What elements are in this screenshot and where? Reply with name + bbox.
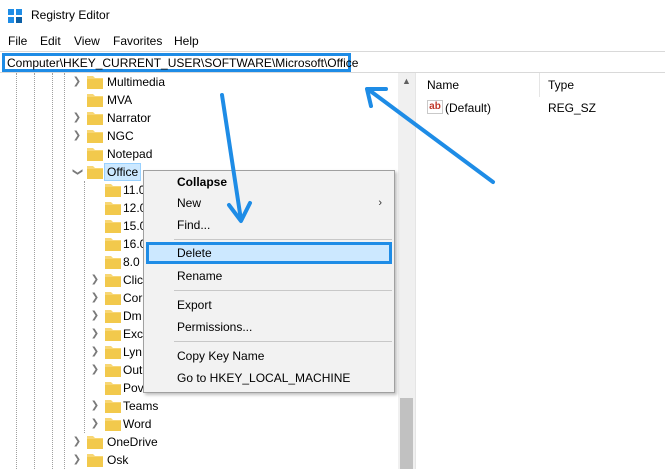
tree-node-label[interactable]: Osk bbox=[107, 453, 128, 467]
tree-node-label[interactable]: MVA bbox=[107, 93, 132, 107]
tree-node-child[interactable]: ❯ Teams bbox=[0, 397, 398, 415]
folder-icon bbox=[105, 255, 121, 269]
tree-node-label[interactable]: Teams bbox=[123, 399, 158, 413]
folder-icon bbox=[105, 219, 121, 233]
tree-node-label[interactable]: NGC bbox=[107, 129, 134, 143]
folder-icon bbox=[87, 453, 103, 467]
values-pane: Name Type ab (Default) REG_SZ bbox=[419, 73, 665, 469]
expand-icon[interactable]: ❯ bbox=[90, 418, 100, 430]
folder-icon bbox=[105, 237, 121, 251]
tree-node-label[interactable]: 8.0 bbox=[123, 255, 140, 269]
tree-node-label-selected[interactable]: Office bbox=[104, 163, 142, 181]
tree-node-label[interactable]: Exc bbox=[123, 327, 143, 341]
folder-icon bbox=[105, 291, 121, 305]
string-value-icon: ab bbox=[427, 100, 443, 114]
menu-file[interactable]: File bbox=[8, 34, 27, 48]
folder-icon bbox=[105, 201, 121, 215]
expand-icon[interactable]: ❯ bbox=[72, 76, 82, 88]
tree-node-label[interactable]: Lyn bbox=[123, 345, 142, 359]
tree-node-label[interactable]: Multimedia bbox=[107, 75, 165, 89]
menu-item-label: New bbox=[177, 196, 202, 210]
folder-icon bbox=[105, 399, 121, 413]
expand-icon[interactable]: ❯ bbox=[90, 346, 100, 358]
menu-favorites[interactable]: Favorites bbox=[113, 34, 162, 48]
tree-node-label[interactable]: OneDrive bbox=[107, 435, 158, 449]
menu-edit[interactable]: Edit bbox=[40, 34, 61, 48]
folder-icon bbox=[87, 165, 103, 179]
expand-icon[interactable]: ❯ bbox=[72, 454, 82, 466]
menu-item-delete[interactable]: Delete bbox=[146, 242, 392, 264]
folder-icon bbox=[105, 309, 121, 323]
tree-node-onedrive[interactable]: ❯ OneDrive bbox=[0, 433, 398, 451]
tree-node-label[interactable]: Cor bbox=[123, 291, 142, 305]
tree-node-label[interactable]: Notepad bbox=[107, 147, 152, 161]
value-name: (Default) bbox=[445, 101, 492, 115]
folder-icon bbox=[105, 183, 121, 197]
menu-item-goto-hklm[interactable]: Go to HKEY_LOCAL_MACHINE bbox=[146, 367, 392, 389]
menu-item-copy-key-name[interactable]: Copy Key Name bbox=[146, 345, 392, 367]
folder-icon bbox=[105, 273, 121, 287]
tree-node-multimedia[interactable]: ❯ Multimedia bbox=[0, 73, 398, 91]
expand-icon[interactable]: ❯ bbox=[90, 364, 100, 376]
tree-node-notepad[interactable]: Notepad bbox=[0, 145, 398, 163]
submenu-arrow-icon: › bbox=[378, 197, 382, 209]
tree-scrollbar[interactable]: ▲ bbox=[398, 73, 415, 469]
tree-node-label[interactable]: Dm bbox=[123, 309, 142, 323]
menu-bar: File Edit View Favorites Help bbox=[0, 31, 665, 51]
menu-item-find[interactable]: Find... bbox=[146, 214, 392, 236]
window-title: Registry Editor bbox=[31, 8, 110, 22]
menu-separator bbox=[174, 341, 392, 342]
tree-node-label[interactable]: Clic bbox=[123, 273, 143, 287]
folder-icon bbox=[105, 327, 121, 341]
title-bar: Registry Editor bbox=[0, 0, 665, 31]
folder-icon bbox=[105, 417, 121, 431]
expand-icon[interactable]: ❯ bbox=[90, 310, 100, 322]
context-menu: Collapse New › Find... Delete Rename Exp… bbox=[143, 170, 395, 393]
folder-icon bbox=[87, 147, 103, 161]
expand-icon[interactable]: ❯ bbox=[90, 292, 100, 304]
folder-icon bbox=[87, 75, 103, 89]
folder-icon bbox=[105, 345, 121, 359]
menu-view[interactable]: View bbox=[74, 34, 100, 48]
address-bar[interactable]: Computer\HKEY_CURRENT_USER\SOFTWARE\Micr… bbox=[0, 51, 665, 73]
column-header-type[interactable]: Type bbox=[540, 73, 665, 97]
registry-editor-icon bbox=[8, 9, 22, 23]
folder-icon bbox=[87, 129, 103, 143]
tree-node-label[interactable]: Out bbox=[123, 363, 142, 377]
expand-icon[interactable]: ❯ bbox=[90, 328, 100, 340]
tree-node-label[interactable]: Narrator bbox=[107, 111, 151, 125]
menu-item-new[interactable]: New › bbox=[146, 192, 392, 214]
column-header-name[interactable]: Name bbox=[419, 73, 540, 97]
tree-node-child[interactable]: ❯ Word bbox=[0, 415, 398, 433]
tree-node-label[interactable]: Pov bbox=[123, 381, 144, 395]
tree-node-narrator[interactable]: ❯ Narrator bbox=[0, 109, 398, 127]
address-path[interactable]: Computer\HKEY_CURRENT_USER\SOFTWARE\Micr… bbox=[7, 56, 358, 70]
tree-node-label[interactable]: Word bbox=[123, 417, 151, 431]
tree-node-osk[interactable]: ❯ Osk bbox=[0, 451, 398, 469]
menu-item-export[interactable]: Export bbox=[146, 294, 392, 316]
expand-icon[interactable]: ❯ bbox=[72, 112, 82, 124]
menu-item-rename[interactable]: Rename bbox=[146, 265, 392, 287]
menu-separator bbox=[174, 290, 392, 291]
scroll-up-arrow-icon[interactable]: ▲ bbox=[398, 73, 415, 90]
menu-separator bbox=[174, 239, 392, 240]
folder-icon bbox=[105, 363, 121, 377]
folder-icon bbox=[87, 93, 103, 107]
folder-icon bbox=[87, 435, 103, 449]
collapse-icon[interactable]: ❯ bbox=[71, 167, 83, 177]
menu-item-permissions[interactable]: Permissions... bbox=[146, 316, 392, 338]
tree-node-ngc[interactable]: ❯ NGC bbox=[0, 127, 398, 145]
value-type: REG_SZ bbox=[548, 101, 597, 115]
folder-icon bbox=[105, 381, 121, 395]
menu-help[interactable]: Help bbox=[174, 34, 199, 48]
value-row[interactable]: ab (Default) REG_SZ bbox=[419, 98, 665, 116]
expand-icon[interactable]: ❯ bbox=[90, 400, 100, 412]
expand-icon[interactable]: ❯ bbox=[72, 130, 82, 142]
tree-node-mva[interactable]: MVA bbox=[0, 91, 398, 109]
expand-icon[interactable]: ❯ bbox=[72, 436, 82, 448]
scroll-thumb[interactable] bbox=[400, 398, 413, 469]
expand-icon[interactable]: ❯ bbox=[90, 274, 100, 286]
menu-item-collapse[interactable]: Collapse bbox=[146, 171, 392, 193]
folder-icon bbox=[87, 111, 103, 125]
